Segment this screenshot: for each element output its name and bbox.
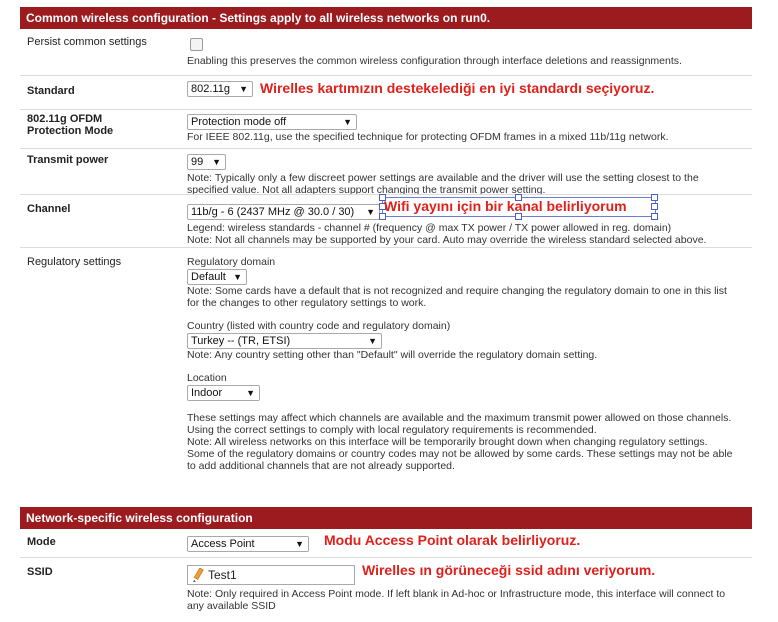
ofdm-row: 802.11g OFDM Protection Mode Protection … (20, 109, 752, 149)
location-select[interactable]: Indoor ▼ (187, 385, 260, 401)
ofdm-note: For IEEE 802.11g, use the specified tech… (187, 131, 669, 143)
mode-select-value: Access Point (191, 538, 255, 550)
channel-label: Channel (27, 203, 71, 215)
regulatory-domain-note-line1: Note: Some cards have a default that is … (187, 285, 727, 297)
ssid-row: SSID Test1 Wirelles ın görüneceği ssid a… (20, 557, 752, 618)
network-wireless-panel: Network-specific wireless configuration … (20, 507, 752, 617)
country-note: Note: Any country setting other than "De… (187, 349, 598, 361)
chevron-down-icon: ▼ (343, 117, 352, 127)
chevron-down-icon: ▼ (366, 207, 375, 217)
txpower-select-value: 99 (191, 156, 204, 168)
pencil-icon (193, 568, 204, 582)
chevron-down-icon: ▼ (246, 388, 255, 398)
standard-row: Standard 802.11g ▼ Wirelles kartımızın d… (20, 75, 752, 110)
ssid-label: SSID (27, 566, 53, 578)
chevron-down-icon: ▼ (233, 272, 242, 282)
persist-label: Persist common settings (27, 36, 147, 48)
channel-row: Channel 11b/g - 6 (2437 MHz @ 30.0 / 30)… (20, 194, 752, 248)
persist-row: Persist common settings Enabling this pr… (20, 29, 752, 75)
regulatory-row: Regulatory settings Regulatory domain De… (20, 247, 752, 478)
persist-note: Enabling this preserves the common wirel… (187, 55, 682, 67)
regulatory-domain-note-line2: for the changes to other regulatory sett… (187, 297, 427, 309)
standard-select-value: 802.11g (191, 83, 230, 95)
chevron-down-icon: ▼ (239, 84, 248, 94)
location-label: Location (187, 372, 227, 384)
regulatory-final-note-line2: Using the correct settings to comply wit… (187, 424, 597, 436)
standard-label: Standard (27, 85, 75, 97)
ofdm-label-line2: Protection Mode (27, 125, 114, 137)
regulatory-final-note-line1: These settings may affect which channels… (187, 412, 732, 424)
chevron-down-icon: ▼ (368, 336, 377, 346)
ofdm-label-line1: 802.11g OFDM (27, 113, 103, 125)
regulatory-final-note-line3: Note: All wireless networks on this inte… (187, 436, 708, 448)
selection-handle (379, 213, 386, 220)
standard-select[interactable]: 802.11g ▼ (187, 81, 253, 97)
txpower-select[interactable]: 99 ▼ (187, 154, 226, 170)
selection-handle (515, 213, 522, 220)
country-select[interactable]: Turkey -- (TR, ETSI) ▼ (187, 333, 382, 349)
country-label: Country (listed with country code and re… (187, 320, 451, 332)
common-wireless-panel: Common wireless configuration - Settings… (20, 7, 752, 477)
mode-label: Mode (27, 536, 56, 548)
standard-annotation: Wirelles kartımızın destekelediği en iyi… (260, 80, 655, 96)
ofdm-select-value: Protection mode off (191, 116, 287, 128)
channel-annotation: Wifi yayını için bir kanal belirliyorum (384, 198, 627, 214)
mode-row: Mode Access Point ▼ Modu Access Point ol… (20, 529, 752, 557)
channel-select-value: 11b/g - 6 (2437 MHz @ 30.0 / 30) (191, 206, 355, 218)
location-select-value: Indoor (191, 387, 223, 399)
mode-annotation: Modu Access Point olarak belirliyoruz. (324, 532, 581, 548)
mode-select[interactable]: Access Point ▼ (187, 536, 309, 552)
ssid-input[interactable]: Test1 (187, 565, 355, 585)
persist-checkbox[interactable] (190, 38, 203, 51)
selection-handle (651, 213, 658, 220)
txpower-note-line1: Note: Typically only a few discreet powe… (187, 172, 699, 184)
common-wireless-header: Common wireless configuration - Settings… (20, 7, 752, 29)
regulatory-label: Regulatory settings (27, 256, 122, 268)
txpower-label: Transmit power (27, 154, 109, 166)
regulatory-domain-select[interactable]: Default ▼ (187, 269, 247, 285)
ssid-note-line1: Note: Only required in Access Point mode… (187, 588, 726, 600)
regulatory-final-note-line5: to add additional channels that are not … (187, 460, 455, 472)
channel-note: Note: Not all channels may be supported … (187, 234, 707, 246)
regulatory-final-note-line4: Some of the regulatory domains or countr… (187, 448, 733, 460)
ssid-input-value: Test1 (208, 568, 237, 582)
regulatory-domain-label: Regulatory domain (187, 256, 276, 268)
chevron-down-icon: ▼ (295, 539, 304, 549)
selection-handle (651, 203, 658, 210)
ofdm-select[interactable]: Protection mode off ▼ (187, 114, 357, 130)
chevron-down-icon: ▼ (212, 157, 221, 167)
selection-handle (651, 194, 658, 201)
country-select-value: Turkey -- (TR, ETSI) (191, 335, 291, 347)
txpower-row: Transmit power 99 ▼ Note: Typically only… (20, 148, 752, 196)
network-wireless-header: Network-specific wireless configuration (20, 507, 752, 529)
channel-legend: Legend: wireless standards - channel # (… (187, 222, 672, 234)
ssid-annotation: Wirelles ın görüneceği ssid adını veriyo… (362, 562, 656, 578)
regulatory-domain-value: Default (191, 271, 226, 283)
channel-select[interactable]: 11b/g - 6 (2437 MHz @ 30.0 / 30) ▼ (187, 204, 380, 220)
ssid-note-line2: any available SSID (187, 600, 276, 612)
